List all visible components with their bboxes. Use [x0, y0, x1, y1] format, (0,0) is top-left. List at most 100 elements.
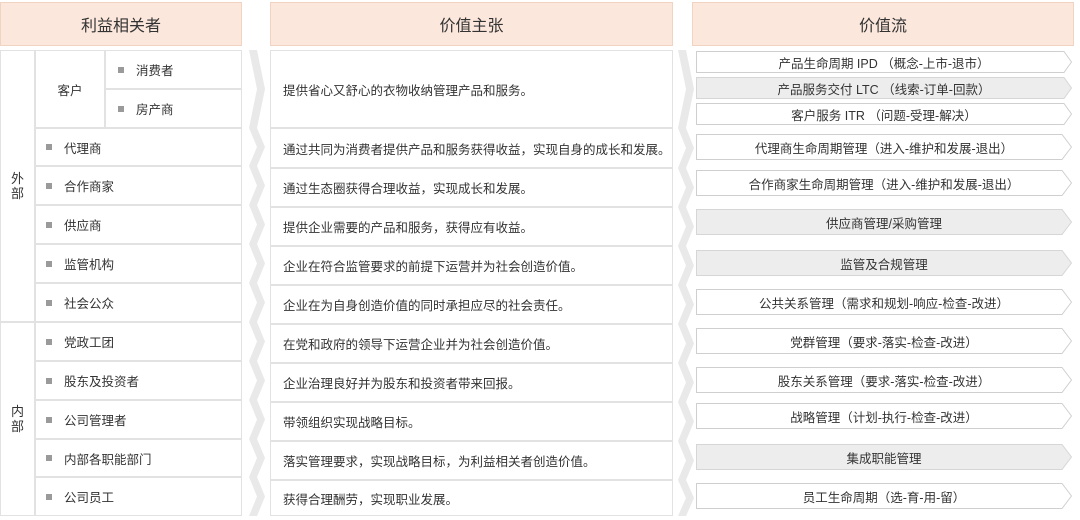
- proposition-row: 通过共同为消费者提供产品和服务获得收益，实现自身的成长和发展。: [270, 128, 673, 168]
- proposition-row: 企业在为自身创造价值的同时承担应尽的社会责任。: [270, 285, 673, 324]
- value-stream-item: 员工生命周期（选-育-用-留）: [696, 483, 1072, 509]
- proposition-text: 企业在符合监管要求的前提下运营并为社会创造价值。: [283, 260, 584, 274]
- chevron-right-icon: [678, 207, 694, 246]
- value-stream-item: 股东关系管理（要求-落实-检查-改进）: [696, 367, 1072, 393]
- stakeholder-label: 供应商: [64, 219, 102, 233]
- stakeholder-label: 党政工团: [64, 336, 115, 350]
- customer-sub-label: 房产商: [136, 103, 174, 117]
- customer-sub-developer: 房产商: [105, 89, 242, 128]
- stakeholder-label: 内部各职能部门: [64, 452, 152, 467]
- value-stream-label: 股东关系管理（要求-落实-检查-改进）: [777, 374, 991, 389]
- proposition-row: 企业治理良好并为股东和投资者带来回报。: [270, 363, 673, 402]
- proposition-row: 在党和政府的领导下运营企业并为社会创造价值。: [270, 324, 673, 363]
- chevron-right-icon: [678, 363, 694, 402]
- value-stream-label: 集成职能管理: [846, 451, 922, 466]
- value-stream-item: 监管及合规管理: [696, 250, 1072, 276]
- chevron-right-icon: [678, 441, 694, 480]
- chevron-right-icon: [249, 400, 265, 439]
- bullet-icon: [46, 144, 52, 150]
- bullet-icon: [46, 299, 52, 306]
- bullet-icon: [118, 66, 124, 73]
- value-stream-item: 战略管理（计划-执行-检查-改进）: [696, 403, 1072, 429]
- proposition-text: 通过共同为消费者提供产品和服务获得收益，实现自身的成长和发展。: [283, 142, 671, 157]
- value-stream-item: 客户服务 ITR （问题-受理-解决）: [696, 103, 1072, 125]
- stakeholder-row: 监管机构: [35, 244, 242, 283]
- stakeholder-row: 党政工团: [35, 322, 242, 361]
- proposition-text: 带领组织实现战略目标。: [283, 416, 421, 430]
- stakeholder-label: 合作商家: [64, 180, 115, 194]
- proposition-text: 获得合理酬劳，实现职业发展。: [283, 492, 459, 507]
- chevron-right-icon: [678, 285, 694, 324]
- customer-sub-consumer: 消费者: [105, 50, 242, 89]
- bullet-icon: [46, 455, 52, 461]
- value-stream-item: 供应商管理/采购管理: [696, 209, 1072, 235]
- value-stream-label: 客户服务 ITR （问题-受理-解决）: [791, 108, 977, 123]
- bullet-icon: [46, 377, 52, 384]
- chevron-right-icon: [249, 439, 265, 477]
- value-stream-label: 公共关系管理（需求和规划-响应-检查-改进）: [759, 296, 1009, 311]
- chevron-right-icon: [249, 283, 265, 322]
- value-stream-label: 监管及合规管理: [840, 257, 928, 272]
- stakeholder-label: 公司员工: [64, 491, 115, 505]
- chevron-right-icon: [678, 50, 694, 128]
- value-stream-label: 供应商管理/采购管理: [826, 216, 942, 231]
- value-stream-item: 产品服务交付 LTC （线索-订单-回款）: [696, 77, 1072, 99]
- proposition-row: 提供企业需要的产品和服务，获得应有收益。: [270, 207, 673, 246]
- proposition-row: 通过生态圈获得合理收益，实现成长和发展。: [270, 168, 673, 207]
- stakeholder-row: 公司员工: [35, 477, 242, 516]
- proposition-text: 企业在为自身创造价值的同时承担应尽的社会责任。: [283, 299, 571, 313]
- chevron-right-icon: [249, 205, 265, 244]
- proposition-row: 企业在符合监管要求的前提下运营并为社会创造价值。: [270, 246, 673, 285]
- chevron-right-icon: [678, 402, 694, 441]
- chevron-right-icon: [678, 128, 694, 168]
- proposition-text: 企业治理良好并为股东和投资者带来回报。: [283, 377, 521, 391]
- customer-sub-label: 消费者: [136, 64, 174, 78]
- header-value-stream: 价值流: [692, 2, 1074, 46]
- proposition-text: 落实管理要求，实现战略目标，为利益相关者创造价值。: [283, 455, 596, 469]
- value-stream-label: 战略管理（计划-执行-检查-改进）: [790, 410, 978, 425]
- stakeholder-row: 股东及投资者: [35, 361, 242, 400]
- customer-label: 客户: [57, 83, 83, 98]
- value-stream-label: 产品生命周期 IPD （概念-上市-退市）: [778, 56, 990, 71]
- header-stakeholders: 利益相关者: [0, 2, 242, 46]
- stakeholder-row: 代理商: [35, 128, 242, 166]
- bullet-icon: [46, 221, 52, 228]
- group-external: 外部: [0, 50, 35, 322]
- chevron-right-icon: [249, 322, 265, 361]
- chevron-right-icon: [249, 166, 265, 205]
- proposition-text: 通过生态圈获得合理收益，实现成长和发展。: [283, 182, 534, 196]
- bullet-icon: [118, 105, 124, 112]
- stakeholder-row: 内部各职能部门: [35, 439, 242, 477]
- chevron-right-icon: [249, 128, 265, 166]
- proposition-text: 提供企业需要的产品和服务，获得应有收益。: [283, 221, 534, 235]
- value-stream-label: 代理商生命周期管理（进入-维护和发展-退出）: [754, 141, 1014, 156]
- proposition-row: 带领组织实现战略目标。: [270, 402, 673, 441]
- group-internal-label: 内部: [10, 404, 24, 434]
- value-stream-item: 公共关系管理（需求和规划-响应-检查-改进）: [696, 289, 1072, 315]
- proposition-row: 提供省心又舒心的衣物收纳管理产品和服务。: [270, 50, 673, 128]
- value-stream-item: 代理商生命周期管理（进入-维护和发展-退出）: [696, 134, 1072, 160]
- proposition-row: 获得合理酬劳，实现职业发展。: [270, 480, 673, 516]
- value-stream-item: 党群管理（要求-落实-检查-改进）: [696, 328, 1072, 354]
- stakeholder-label: 股东及投资者: [64, 375, 140, 389]
- chevron-right-icon: [678, 480, 694, 516]
- bullet-icon: [46, 493, 52, 500]
- stakeholder-row: 社会公众: [35, 283, 242, 322]
- proposition-row: 落实管理要求，实现战略目标，为利益相关者创造价值。: [270, 441, 673, 480]
- bullet-icon: [46, 416, 52, 423]
- chevron-right-icon: [249, 477, 265, 516]
- stakeholder-row: 供应商: [35, 205, 242, 244]
- chevron-right-icon: [249, 244, 265, 283]
- proposition-text: 在党和政府的领导下运营企业并为社会创造价值。: [283, 338, 559, 352]
- chevron-right-icon: [678, 246, 694, 285]
- bullet-icon: [46, 260, 52, 267]
- chevron-right-icon: [249, 361, 265, 400]
- value-stream-item: 产品生命周期 IPD （概念-上市-退市）: [696, 51, 1072, 73]
- value-stream-label: 党群管理（要求-落实-检查-改进）: [790, 335, 978, 350]
- bullet-icon: [46, 338, 52, 345]
- stakeholder-row: 公司管理者: [35, 400, 242, 439]
- stakeholder-label: 公司管理者: [64, 414, 127, 428]
- value-stream-label: 员工生命周期（选-育-用-留）: [802, 490, 966, 505]
- group-internal: 内部: [0, 322, 35, 516]
- bullet-icon: [46, 182, 52, 189]
